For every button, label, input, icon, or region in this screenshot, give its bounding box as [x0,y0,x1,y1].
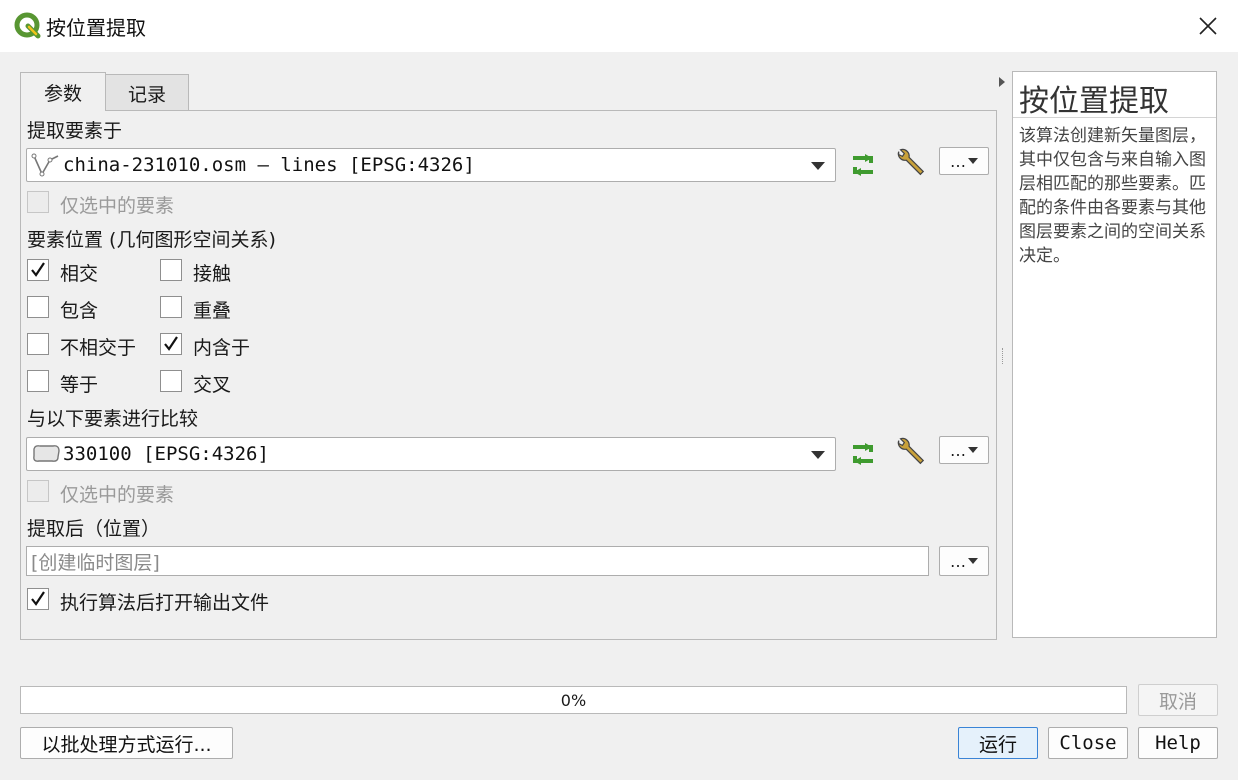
close-icon [1199,17,1217,35]
compare-label: 与以下要素进行比较 [27,408,199,430]
output-field[interactable]: [创建临时图层] [26,546,929,576]
predicate-contain-checkbox[interactable] [27,296,49,318]
compare-advanced-settings-button[interactable] [893,435,927,469]
cancel-button-label: 取消 [1158,690,1197,713]
cancel-button[interactable]: 取消 [1138,684,1218,716]
predicate-disjoint-label: 不相交于 [60,337,137,359]
predicate-intersect-checkbox[interactable] [27,259,49,281]
predicate-overlap-label: 重叠 [193,300,232,322]
input-layer-combo[interactable]: china-231010.osm — lines [EPSG:4326] [26,148,836,182]
help-button[interactable]: Help [1138,727,1218,759]
tab-log[interactable]: 记录 [105,74,189,111]
run-button-label: 运行 [978,733,1017,756]
predicate-within-label: 内含于 [193,337,251,359]
more-icon: … [950,551,966,571]
open-output-label: 执行算法后打开输出文件 [60,592,270,614]
predicate-cross-checkbox[interactable] [160,370,182,392]
predicate-intersect-label: 相交 [60,263,99,285]
iterate-button[interactable] [846,148,880,182]
advanced-settings-button[interactable] [893,146,927,180]
chevron-down-icon [968,158,978,164]
input-selected-only-checkbox[interactable] [27,191,49,213]
help-divider [1013,117,1216,118]
close-window-button[interactable] [1192,10,1224,42]
progress-bar: 0% [20,686,1127,714]
batch-process-button[interactable]: 以批处理方式运行... [20,727,233,759]
polygon-layer-icon [33,445,60,462]
checkmark-icon [31,591,45,606]
output-placeholder: [创建临时图层] [31,551,160,574]
tab-parameters-label: 参数 [43,82,82,105]
tab-log-label: 记录 [127,83,166,106]
close-button[interactable]: Close [1048,727,1128,759]
chevron-down-icon [811,162,825,170]
compare-more-button[interactable]: … [939,436,989,464]
predicate-disjoint-checkbox[interactable] [27,333,49,355]
predicate-touch-checkbox[interactable] [160,259,182,281]
batch-process-label: 以批处理方式运行... [41,733,212,756]
qgis-logo-icon [14,12,42,40]
input-more-button[interactable]: … [939,147,989,175]
compare-selected-only-checkbox[interactable] [27,480,49,502]
title-bar [0,0,1238,52]
help-button-label: Help [1155,732,1201,754]
refresh-icon [853,443,873,465]
chevron-down-icon [968,447,978,453]
output-label: 提取后（位置） [27,518,161,540]
predicate-cross-label: 交叉 [193,374,232,396]
compare-layer-combo[interactable]: 330100 [EPSG:4326] [26,437,836,471]
close-button-label: Close [1059,732,1117,754]
window-title: 按位置提取 [46,16,146,40]
output-more-button[interactable]: … [939,546,989,576]
splitter-handle[interactable] [1002,348,1006,364]
predicate-equal-label: 等于 [60,374,99,396]
checkmark-icon [164,336,178,351]
predicate-touch-label: 接触 [193,263,232,285]
collapse-help-arrow-icon[interactable] [998,71,1006,93]
predicate-within-checkbox[interactable] [160,333,182,355]
predicate-label: 要素位置 (几何图形空间关系) [27,229,276,251]
wrench-icon [897,437,925,465]
progress-text: 0% [560,690,587,710]
help-panel: 按位置提取 该算法创建新矢量图层，其中仅包含与来自输入图层相匹配的那些要素。匹配… [1012,71,1217,638]
compare-layer-value: 330100 [EPSG:4326] [63,443,269,465]
extract-from-label: 提取要素于 [27,120,123,142]
input-layer-value: china-231010.osm — lines [EPSG:4326] [63,154,475,176]
help-title: 按位置提取 [1019,84,1169,119]
help-description: 该算法创建新矢量图层，其中仅包含与来自输入图层相匹配的那些要素。匹配的条件由各要… [1019,126,1206,266]
tab-parameters[interactable]: 参数 [20,72,106,111]
more-icon: … [950,151,966,171]
line-layer-icon [31,153,59,177]
chevron-down-icon [968,558,978,564]
refresh-icon [853,154,873,176]
more-icon: … [950,440,966,460]
predicate-equal-checkbox[interactable] [27,370,49,392]
compare-iterate-button[interactable] [846,437,880,471]
input-selected-only-label: 仅选中的要素 [60,195,175,217]
chevron-down-icon [811,451,825,459]
predicate-contain-label: 包含 [60,300,99,322]
compare-selected-only-label: 仅选中的要素 [60,484,175,506]
wrench-icon [897,148,925,176]
open-output-checkbox[interactable] [27,588,49,610]
checkmark-icon [31,262,45,277]
run-button[interactable]: 运行 [958,727,1038,759]
predicate-overlap-checkbox[interactable] [160,296,182,318]
